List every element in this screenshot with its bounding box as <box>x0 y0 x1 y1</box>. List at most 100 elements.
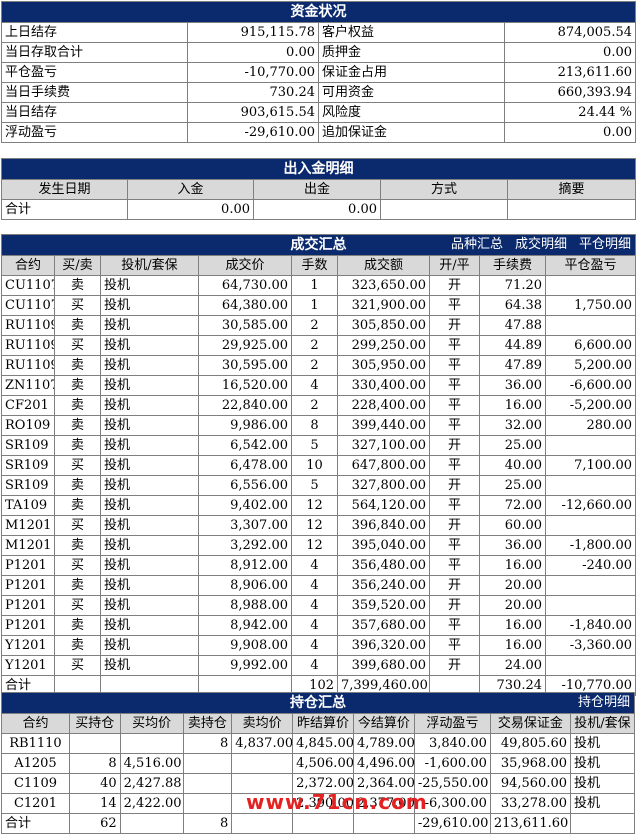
trade-cell: 投机 <box>100 475 199 496</box>
trade-cell: 64,380.00 <box>198 295 292 316</box>
trade-cell: 卖 <box>54 435 101 456</box>
funds-title: 资金状况 <box>1 1 636 23</box>
trade-cell: 8,906.00 <box>198 575 292 596</box>
trade-cell: P1201 <box>1 575 55 596</box>
positions-total-buy: 62 <box>68 813 121 834</box>
trade-cell: 64.38 <box>479 295 546 316</box>
trades-tab-link[interactable]: 平仓明细 <box>579 237 631 252</box>
trade-cell: 投机 <box>100 355 199 376</box>
trade-cell: 平 <box>429 395 480 416</box>
trades-title: 成交汇总 <box>290 237 347 253</box>
trade-cell: 投机 <box>100 615 199 636</box>
trade-cell <box>545 515 636 536</box>
trade-row: SR109 卖投机 6,556.00 5 327,800.00 开 25.00 <box>1 475 636 496</box>
trade-cell: 开 <box>429 315 480 336</box>
trade-cell <box>545 435 636 456</box>
trade-cell: 平 <box>429 615 480 636</box>
trade-cell: 305,850.00 <box>337 315 430 336</box>
trade-cell: M1201 <box>1 535 55 556</box>
trade-cell: 40.00 <box>479 455 546 476</box>
trade-cell: 1 <box>291 275 338 296</box>
funds-label: 可用资金 <box>318 82 505 103</box>
trade-row: Y1201 卖投机 9,908.00 4 396,320.00 平 16.00 -3,360.… <box>1 635 636 656</box>
trade-cell: P1201 <box>1 615 55 636</box>
trade-cell: 2 <box>291 315 338 336</box>
trade-cell: Y1201 <box>1 635 55 656</box>
position-cell: 8 <box>68 753 121 774</box>
watermark: www.71cn.com <box>246 790 428 814</box>
trade-cell <box>545 475 636 496</box>
trade-cell: 卖 <box>54 415 101 436</box>
trade-cell: 平 <box>429 535 480 556</box>
column-header: 开/平 <box>429 255 480 276</box>
trade-cell: SR109 <box>1 455 55 476</box>
trade-cell: 投机 <box>100 335 199 356</box>
trade-cell: 280.00 <box>545 415 636 436</box>
trade-row: RO109 卖投机 9,986.00 8 399,440.00 平 32.00 280.00 <box>1 415 636 436</box>
trade-cell: 投机 <box>100 435 199 456</box>
position-cell: 4,506.00 <box>292 753 354 774</box>
trade-cell: 395,040.00 <box>337 535 430 556</box>
trade-cell: 4 <box>291 555 338 576</box>
position-cell: RB1110 <box>1 733 70 754</box>
trade-cell <box>545 655 636 676</box>
funds-label: 上日结存 <box>1 22 188 43</box>
trade-cell: 29,925.00 <box>198 335 292 356</box>
position-cell: 2,427.88 <box>119 773 184 794</box>
trade-cell: 卖 <box>54 355 101 376</box>
trade-cell: 1,750.00 <box>545 295 636 316</box>
trade-cell: 平 <box>429 555 480 576</box>
trade-cell: 开 <box>429 275 480 296</box>
trade-cell: 20.00 <box>479 595 546 616</box>
column-header: 卖持仓 <box>182 713 233 734</box>
trade-row: CU1107 买投机 64,380.00 1 321,900.00 平 64.38 1,750… <box>1 295 636 316</box>
trade-cell: 327,800.00 <box>337 475 430 496</box>
trade-cell: 64,730.00 <box>198 275 292 296</box>
column-header: 方式 <box>380 179 508 200</box>
position-detail-link[interactable]: 持仓明细 <box>578 695 630 710</box>
column-header: 平仓盈亏 <box>545 255 636 276</box>
trade-cell: 2 <box>291 355 338 376</box>
funds-value: 0.00 <box>504 42 636 63</box>
column-header: 投机/套保 <box>570 713 635 734</box>
position-cell <box>182 793 233 814</box>
trade-cell: 321,900.00 <box>337 295 430 316</box>
column-header: 交易保证金 <box>489 713 572 734</box>
position-cell <box>119 733 184 754</box>
trade-cell: 5 <box>291 435 338 456</box>
trade-cell: 9,992.00 <box>198 655 292 676</box>
position-cell: 投机 <box>570 773 635 794</box>
trade-cell: 356,240.00 <box>337 575 430 596</box>
trade-cell: 16,520.00 <box>198 375 292 396</box>
funds-label: 平仓盈亏 <box>1 62 188 83</box>
trade-cell: 1 <box>291 295 338 316</box>
trade-cell: 卖 <box>54 375 101 396</box>
funds-label: 当日结存 <box>1 102 188 123</box>
position-cell: 2,422.00 <box>119 793 184 814</box>
funds-label: 保证金占用 <box>318 62 505 83</box>
position-cell: -1,600.00 <box>413 753 491 774</box>
trade-cell: 399,440.00 <box>337 415 430 436</box>
trade-cell: 5,200.00 <box>545 355 636 376</box>
trades-tab-link[interactable]: 成交明细 <box>515 237 567 252</box>
trade-cell: 3,307.00 <box>198 515 292 536</box>
trade-cell: -1,840.00 <box>545 615 636 636</box>
position-cell: 投机 <box>570 733 635 754</box>
trade-cell: 平 <box>429 335 480 356</box>
trade-cell: 399,680.00 <box>337 655 430 676</box>
trade-cell: -1,800.00 <box>545 535 636 556</box>
cashflow-total-out: 0.00 <box>253 199 381 220</box>
trade-cell: Y1201 <box>1 655 55 676</box>
trade-cell: 投机 <box>100 535 199 556</box>
funds-value: 213,611.60 <box>504 62 636 83</box>
trade-row: M1201 买投机 3,307.00 12 396,840.00 开 60.00 <box>1 515 636 536</box>
trade-row: TA109 卖投机 9,402.00 12 564,120.00 平 72.00 -12,66… <box>1 495 636 516</box>
funds-value: 0.00 <box>187 42 319 63</box>
positions-total-label: 合计 <box>1 813 70 834</box>
trade-cell: 60.00 <box>479 515 546 536</box>
column-header: 投机/套保 <box>100 255 199 276</box>
trades-tab-link[interactable]: 品种汇总 <box>451 237 503 252</box>
trade-cell: CF201 <box>1 395 55 416</box>
trade-cell: 8,988.00 <box>198 595 292 616</box>
trade-cell: 327,100.00 <box>337 435 430 456</box>
